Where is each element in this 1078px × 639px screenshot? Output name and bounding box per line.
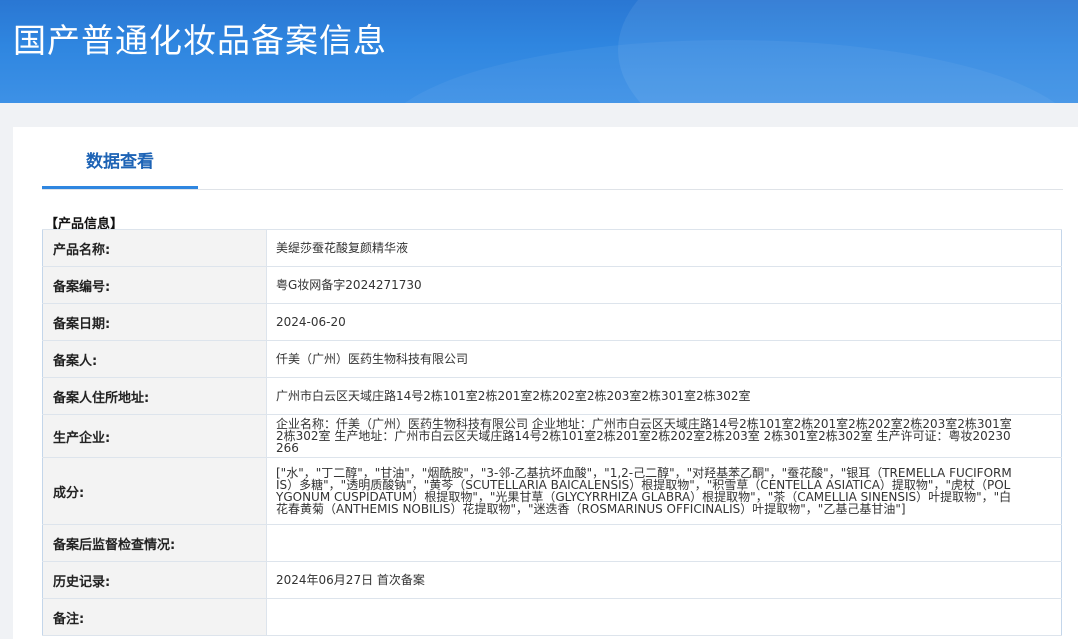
- content-panel: 数据查看 【产品信息】 产品名称: 美缇莎蚕花酸复颜精华液 备案编号: 粤G妆网…: [13, 127, 1078, 639]
- row-value: 美缇莎蚕花酸复颜精华液: [266, 229, 1062, 267]
- row-value: 粤G妆网备字2024271730: [266, 266, 1062, 304]
- page-title: 国产普通化妆品备案信息: [13, 21, 387, 60]
- tab-bar: 数据查看: [42, 127, 1063, 190]
- table-row: 生产企业: 企业名称：仟美（广州）医药生物科技有限公司 企业地址：广州市白云区天…: [42, 414, 1062, 458]
- row-value: 广州市白云区天域庄路14号2栋101室2栋201室2栋202室2栋203室2栋3…: [266, 377, 1062, 415]
- table-row: 备案编号: 粤G妆网备字2024271730: [42, 266, 1062, 304]
- row-label: 产品名称:: [42, 229, 267, 267]
- row-label: 成分:: [42, 457, 267, 525]
- row-label: 备案后监督检查情况:: [42, 524, 267, 562]
- row-value: [266, 598, 1062, 636]
- table-row: 备注:: [42, 598, 1062, 636]
- row-label: 备案编号:: [42, 266, 267, 304]
- row-value: [266, 524, 1062, 562]
- row-label: 备案日期:: [42, 303, 267, 341]
- row-value: 2024-06-20: [266, 303, 1062, 341]
- row-label: 备注:: [42, 598, 267, 636]
- table-row: 备案人住所地址: 广州市白云区天域庄路14号2栋101室2栋201室2栋202室…: [42, 377, 1062, 415]
- table-row: 备案人: 仟美（广州）医药生物科技有限公司: [42, 340, 1062, 378]
- row-label: 历史记录:: [42, 561, 267, 599]
- row-label: 备案人住所地址:: [42, 377, 267, 415]
- row-value: 仟美（广州）医药生物科技有限公司: [266, 340, 1062, 378]
- row-label: 备案人:: [42, 340, 267, 378]
- row-value: 企业名称：仟美（广州）医药生物科技有限公司 企业地址：广州市白云区天域庄路14号…: [266, 414, 1062, 458]
- table-row: 备案日期: 2024-06-20: [42, 303, 1062, 341]
- product-info-table: 产品名称: 美缇莎蚕花酸复颜精华液 备案编号: 粤G妆网备字2024271730…: [42, 229, 1062, 636]
- header-banner: 国产普通化妆品备案信息: [0, 0, 1078, 103]
- tab-data-view[interactable]: 数据查看: [42, 127, 198, 189]
- row-value: ["水"，"丁二醇"，"甘油"，"烟酰胺"，"3-邻-乙基抗坏血酸"，"1,2-…: [266, 457, 1062, 525]
- row-label: 生产企业:: [42, 414, 267, 458]
- table-row: 备案后监督检查情况:: [42, 524, 1062, 562]
- table-row: 成分: ["水"，"丁二醇"，"甘油"，"烟酰胺"，"3-邻-乙基抗坏血酸"，"…: [42, 457, 1062, 525]
- row-value: 2024年06月27日 首次备案: [266, 561, 1062, 599]
- table-row: 历史记录: 2024年06月27日 首次备案: [42, 561, 1062, 599]
- table-row: 产品名称: 美缇莎蚕花酸复颜精华液: [42, 229, 1062, 267]
